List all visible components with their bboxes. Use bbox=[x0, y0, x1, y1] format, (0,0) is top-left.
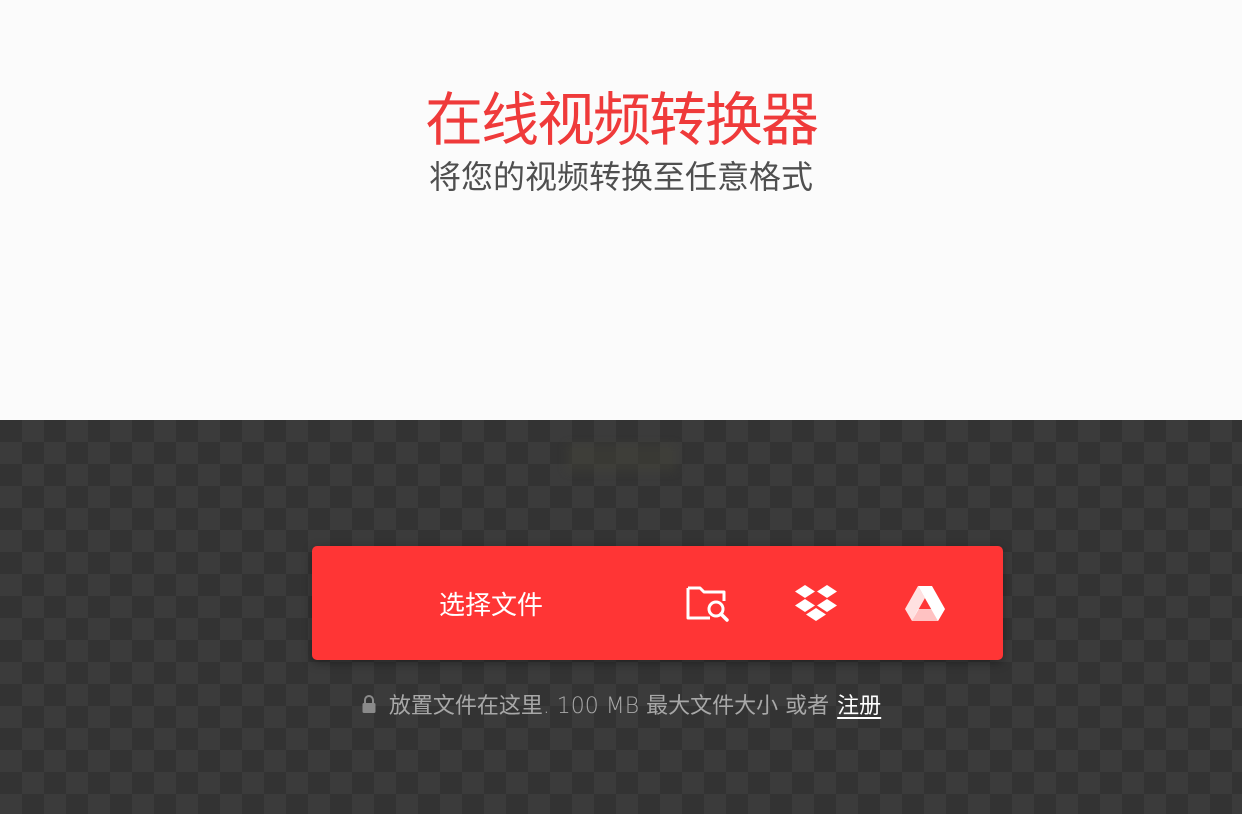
faint-blurred-graphic bbox=[566, 444, 676, 472]
hero-section: 在线视频转换器 将您的视频转换至任意格式 bbox=[0, 0, 1242, 420]
folder-search-icon bbox=[686, 586, 729, 622]
dropbox-icon bbox=[795, 585, 837, 621]
signup-link[interactable]: 注册 bbox=[837, 688, 881, 720]
upload-hint-text: 放置文件在这里. 100 MB 最大文件大小 或者 bbox=[388, 694, 830, 719]
upload-bar: 选择文件 bbox=[312, 546, 1003, 660]
dropbox-upload-button[interactable] bbox=[768, 546, 864, 660]
google-drive-icon bbox=[905, 586, 945, 621]
page-subtitle: 将您的视频转换至任意格式 bbox=[428, 158, 813, 196]
upload-hint: 放置文件在这里. 100 MB 最大文件大小 或者 注册 bbox=[0, 684, 1242, 724]
lock-icon bbox=[362, 695, 376, 713]
google-drive-upload-button[interactable] bbox=[877, 546, 973, 660]
device-upload-button[interactable] bbox=[660, 546, 756, 660]
page: 在线视频转换器 将您的视频转换至任意格式 选择文件 放置文件在这里. 100 M… bbox=[0, 0, 1242, 814]
page-title: 在线视频转换器 bbox=[424, 86, 819, 154]
choose-file-button[interactable]: 选择文件 bbox=[312, 546, 670, 660]
